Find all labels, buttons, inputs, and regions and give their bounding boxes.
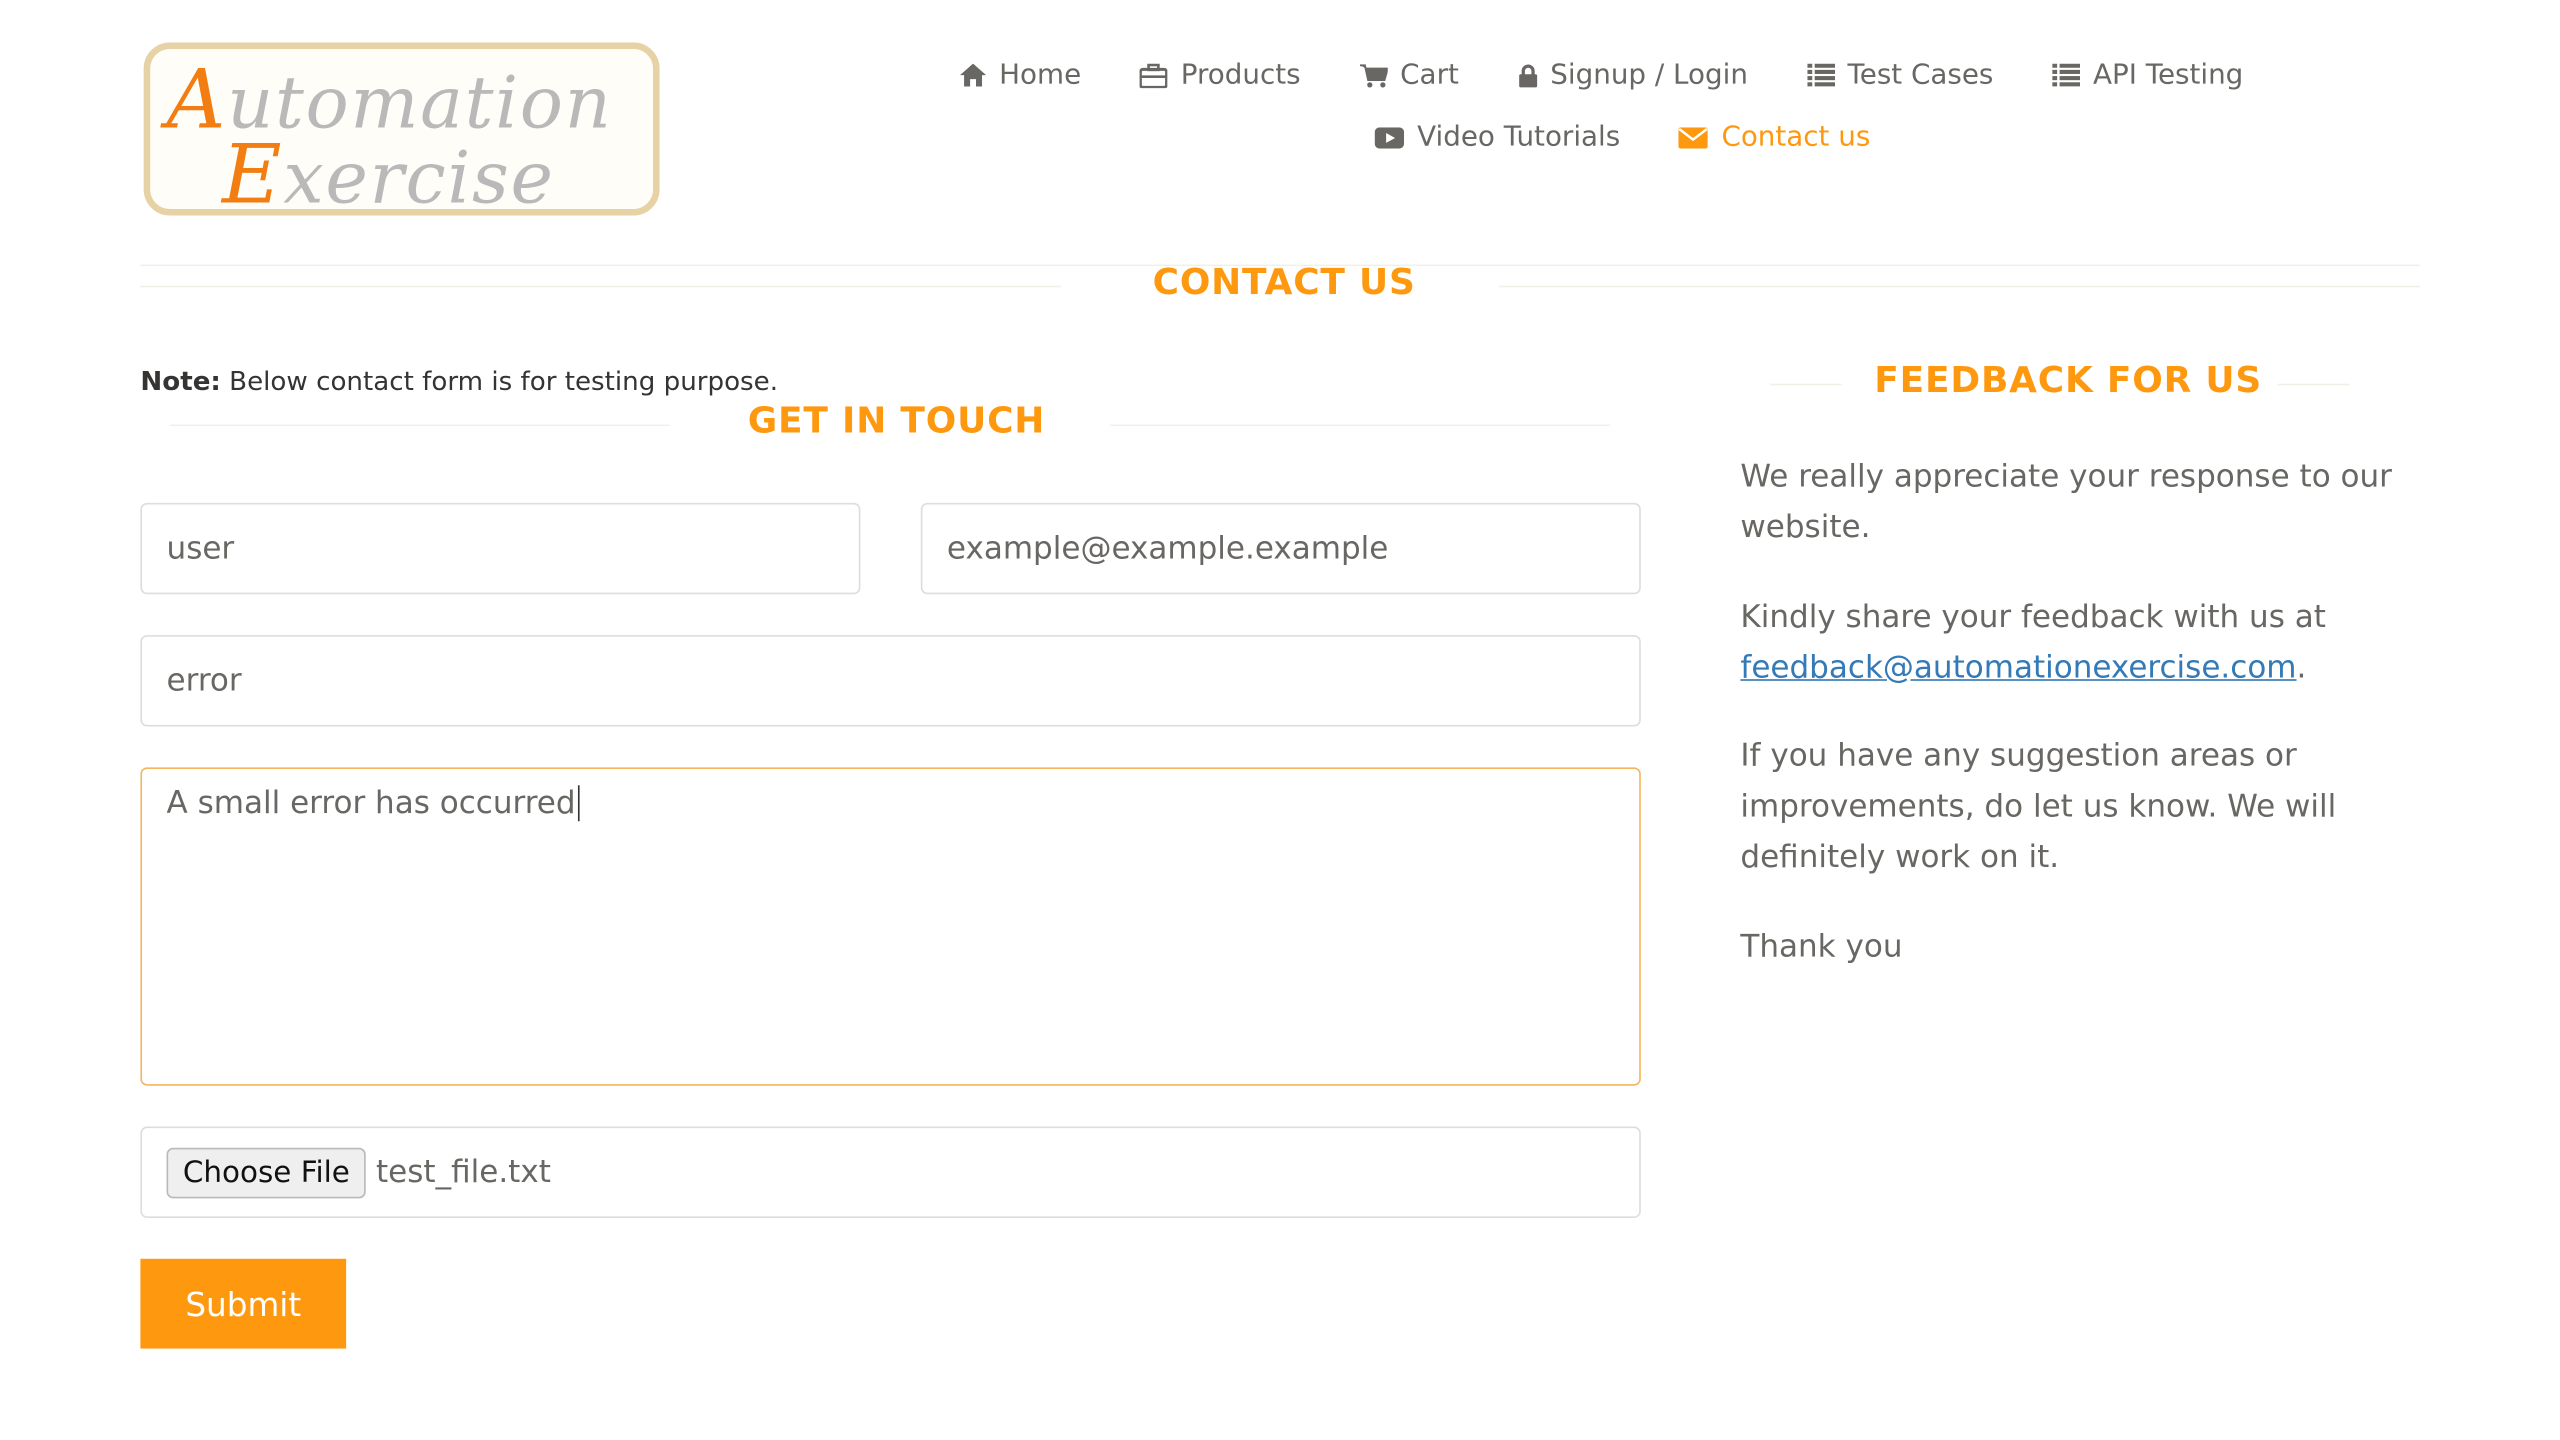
envelope-icon (1679, 126, 1709, 148)
subject-input[interactable]: error (140, 635, 1641, 727)
get-in-touch-title: GET IN TOUCH (747, 401, 1046, 443)
message-textarea[interactable]: A small error has occurred (140, 767, 1641, 1086)
feedback-title: FEEDBACK FOR US (1874, 360, 2263, 402)
briefcase-icon (1139, 62, 1168, 88)
feedback-p2-suffix: . (2296, 649, 2307, 686)
email-input[interactable]: example@example.example (920, 502, 1641, 595)
nav-products[interactable]: Products (1139, 58, 1301, 92)
logo-cap-e: E (222, 127, 284, 216)
cart-icon (1359, 63, 1388, 87)
nav-api-testing[interactable]: API Testing (2052, 58, 2244, 92)
get-in-touch-rule-left (169, 424, 670, 427)
nav-contact-us[interactable]: Contact us (1679, 120, 1871, 154)
page-title: CONTACT US (1152, 262, 1416, 304)
nav-test-cases-label: Test Cases (1847, 58, 1994, 92)
name-input[interactable]: user (140, 502, 861, 595)
nav-video-tutorials[interactable]: Video Tutorials (1374, 120, 1621, 154)
feedback-rule-left (1769, 383, 1842, 386)
logo-cap-a: A (166, 52, 228, 147)
nav-home-label: Home (999, 58, 1082, 92)
feedback-p2-prefix: Kindly share your feedback with us at (1740, 599, 2326, 636)
note-text: Below contact form is for testing purpos… (229, 365, 779, 397)
feedback-rule-right (2277, 383, 2350, 386)
nav-test-cases[interactable]: Test Cases (1806, 58, 1994, 92)
page: Automation Exercise Home Products Cart S… (0, 0, 2560, 1440)
feedback-p1: We really appreciate your response to ou… (1740, 458, 2392, 546)
nav-api-testing-label: API Testing (2092, 58, 2244, 92)
feedback-p3: If you have any suggestion areas or impr… (1740, 737, 2337, 876)
get-in-touch-rule-right (1110, 424, 1610, 427)
nav-cart-label: Cart (1400, 58, 1459, 92)
youtube-play-icon (1374, 126, 1405, 148)
note-label: Note: (140, 365, 221, 397)
nav-signup-login-label: Signup / Login (1550, 58, 1748, 92)
list-icon (1806, 63, 1835, 87)
submit-button[interactable]: Submit (140, 1258, 347, 1349)
main-nav: Home Products Cart Signup / Login Test C… (959, 58, 2302, 92)
nav-home[interactable]: Home (959, 58, 1082, 92)
text-caret (577, 785, 579, 822)
title-rule-right (1498, 285, 2420, 288)
logo-line-2: Exercise (222, 127, 555, 216)
message-text: A small error has occurred (166, 785, 576, 822)
home-icon (959, 63, 987, 87)
feedback-p4: Thank you (1740, 928, 1903, 965)
list-icon (2052, 63, 2080, 87)
nav-products-label: Products (1180, 58, 1301, 92)
nav-video-tutorials-label: Video Tutorials (1417, 120, 1621, 154)
feedback-p2: Kindly share your feedback with us at fe… (1740, 593, 2393, 694)
title-rule-left (140, 285, 1062, 288)
lock-icon (1518, 63, 1537, 87)
feedback-email-link[interactable]: feedback@automationexercise.com (1740, 650, 2296, 686)
site-logo[interactable]: Automation Exercise (143, 42, 660, 216)
file-upload-field[interactable]: Choose File test_file.txt (140, 1126, 1641, 1218)
form-note: Note: Below contact form is for testing … (140, 366, 778, 397)
nav-contact-us-label: Contact us (1721, 120, 1871, 154)
file-name: test_file.txt (375, 1154, 551, 1191)
choose-file-button[interactable]: Choose File (166, 1146, 367, 1198)
nav-signup-login[interactable]: Signup / Login (1518, 58, 1748, 92)
nav-cart[interactable]: Cart (1359, 58, 1459, 92)
main-nav-row-2: Video Tutorials Contact us (1374, 120, 1929, 154)
logo-rest-2: xercise (283, 137, 555, 216)
